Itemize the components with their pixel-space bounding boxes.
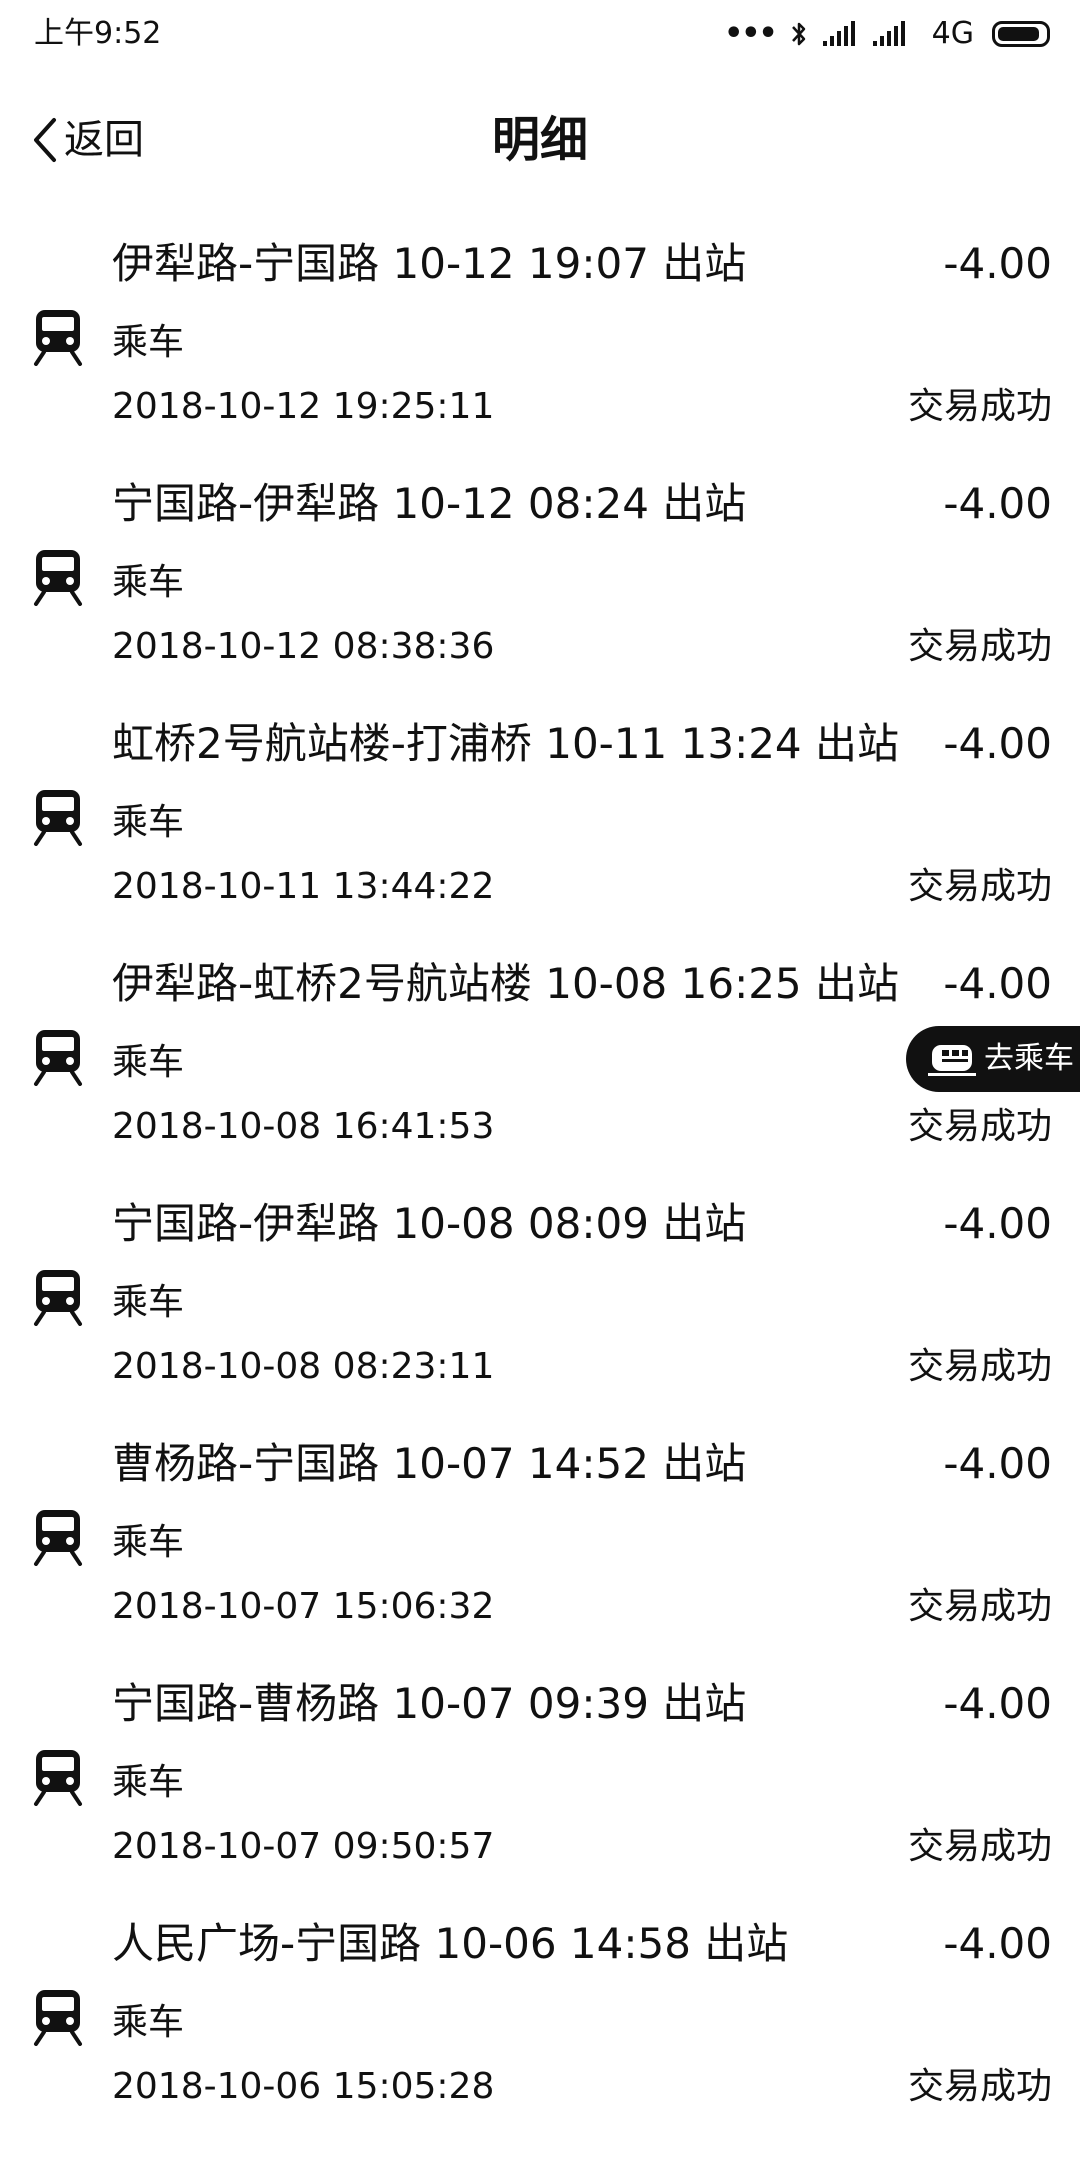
record-time: 2018-10-11 13:44:22: [112, 866, 495, 907]
record-amount: -4.00: [943, 1439, 1052, 1488]
status-bar: 上午9:52 ••• 4G: [0, 0, 1080, 70]
metro-train-icon: [32, 1268, 84, 1326]
record-status: 交易成功: [907, 1106, 1052, 1147]
record-route: 宁国路-曹杨路 10-07 09:39 出站: [112, 1679, 747, 1728]
status-indicators: ••• 4G: [724, 14, 1050, 54]
record-time: 2018-10-07 09:50:57: [112, 1826, 495, 1867]
record-type: 乘车: [112, 1042, 185, 1083]
record-route: 伊犁路-宁国路 10-12 19:07 出站: [112, 239, 747, 288]
record-status: 交易成功: [907, 1346, 1052, 1387]
transaction-record[interactable]: 虹桥2号航站楼-打浦桥 10-11 13:24 出站 -4.00 乘车 2018-10…: [0, 704, 1080, 944]
record-amount: -4.00: [943, 1679, 1052, 1728]
record-route: 虹桥2号航站楼-打浦桥 10-11 13:24 出站: [112, 719, 900, 768]
record-time: 2018-10-12 08:38:36: [112, 626, 495, 667]
record-type: 乘车: [112, 1762, 185, 1803]
metro-train-icon: [32, 1748, 84, 1806]
record-amount: -4.00: [943, 1199, 1052, 1248]
record-time: 2018-10-06 15:05:28: [112, 2066, 495, 2107]
metro-train-icon: [32, 1988, 84, 2046]
record-list: 伊犁路-宁国路 10-12 19:07 出站 -4.00 乘车 2018-10-12 …: [0, 224, 1080, 2144]
record-status: 交易成功: [907, 1826, 1052, 1867]
record-status: 交易成功: [907, 866, 1052, 907]
transaction-record[interactable]: 宁国路-伊犁路 10-08 08:09 出站 -4.00 乘车 2018-10-08 …: [0, 1184, 1080, 1424]
battery-level: [998, 27, 1040, 41]
record-type: 乘车: [112, 562, 185, 603]
record-amount: -4.00: [943, 239, 1052, 288]
bluetooth-icon: [791, 22, 805, 46]
page-title: 明细: [491, 112, 588, 168]
metro-train-icon: [32, 1028, 84, 1086]
metro-train-icon: [32, 548, 84, 606]
record-status: 交易成功: [907, 626, 1052, 667]
record-status: 交易成功: [907, 1586, 1052, 1627]
record-type: 乘车: [112, 1282, 185, 1323]
status-time: 上午9:52: [34, 16, 162, 51]
go-ride-button[interactable]: 去乘车: [906, 1026, 1080, 1092]
record-type: 乘车: [112, 1522, 185, 1563]
network-type: 4G: [931, 16, 974, 51]
transaction-record[interactable]: 伊犁路-宁国路 10-12 19:07 出站 -4.00 乘车 2018-10-12 …: [0, 224, 1080, 464]
transaction-record[interactable]: 人民广场-宁国路 10-06 14:58 出站 -4.00 乘车 2018-10-06…: [0, 1904, 1080, 2144]
record-time: 2018-10-08 08:23:11: [112, 1346, 495, 1387]
record-time: 2018-10-07 15:06:32: [112, 1586, 495, 1627]
record-status: 交易成功: [907, 386, 1052, 427]
metro-train-icon: [32, 788, 84, 846]
notification-dots-icon: •••: [724, 16, 778, 51]
record-route: 曹杨路-宁国路 10-07 14:52 出站: [112, 1439, 747, 1488]
record-status: 交易成功: [907, 2066, 1052, 2107]
record-route: 宁国路-伊犁路 10-08 08:09 出站: [112, 1199, 747, 1248]
signal-strength-icon-2: [872, 21, 905, 46]
transaction-record[interactable]: 宁国路-曹杨路 10-07 09:39 出站 -4.00 乘车 2018-10-07 …: [0, 1664, 1080, 1904]
record-type: 乘车: [112, 2002, 185, 2043]
record-amount: -4.00: [943, 719, 1052, 768]
transaction-record[interactable]: 宁国路-伊犁路 10-12 08:24 出站 -4.00 乘车 2018-10-12 …: [0, 464, 1080, 704]
record-type: 乘车: [112, 322, 185, 363]
metro-train-icon: [32, 308, 84, 366]
record-route: 人民广场-宁国路 10-06 14:58 出站: [112, 1919, 789, 1968]
record-route: 宁国路-伊犁路 10-12 08:24 出站: [112, 479, 747, 528]
signal-strength-icon: [822, 21, 855, 46]
record-route: 伊犁路-虹桥2号航站楼 10-08 16:25 出站: [112, 959, 900, 1008]
metro-train-icon: [32, 1508, 84, 1566]
record-amount: -4.00: [943, 1919, 1052, 1968]
record-amount: -4.00: [943, 959, 1052, 1008]
record-type: 乘车: [112, 802, 185, 843]
record-amount: -4.00: [943, 479, 1052, 528]
go-ride-label: 去乘车: [984, 1041, 1074, 1076]
record-time: 2018-10-12 19:25:11: [112, 386, 495, 427]
train-icon: [928, 1045, 976, 1076]
record-time: 2018-10-08 16:41:53: [112, 1106, 495, 1147]
header: 返回 明细: [0, 100, 1080, 180]
battery-icon: [992, 21, 1050, 47]
transaction-record[interactable]: 曹杨路-宁国路 10-07 14:52 出站 -4.00 乘车 2018-10-07 …: [0, 1424, 1080, 1664]
